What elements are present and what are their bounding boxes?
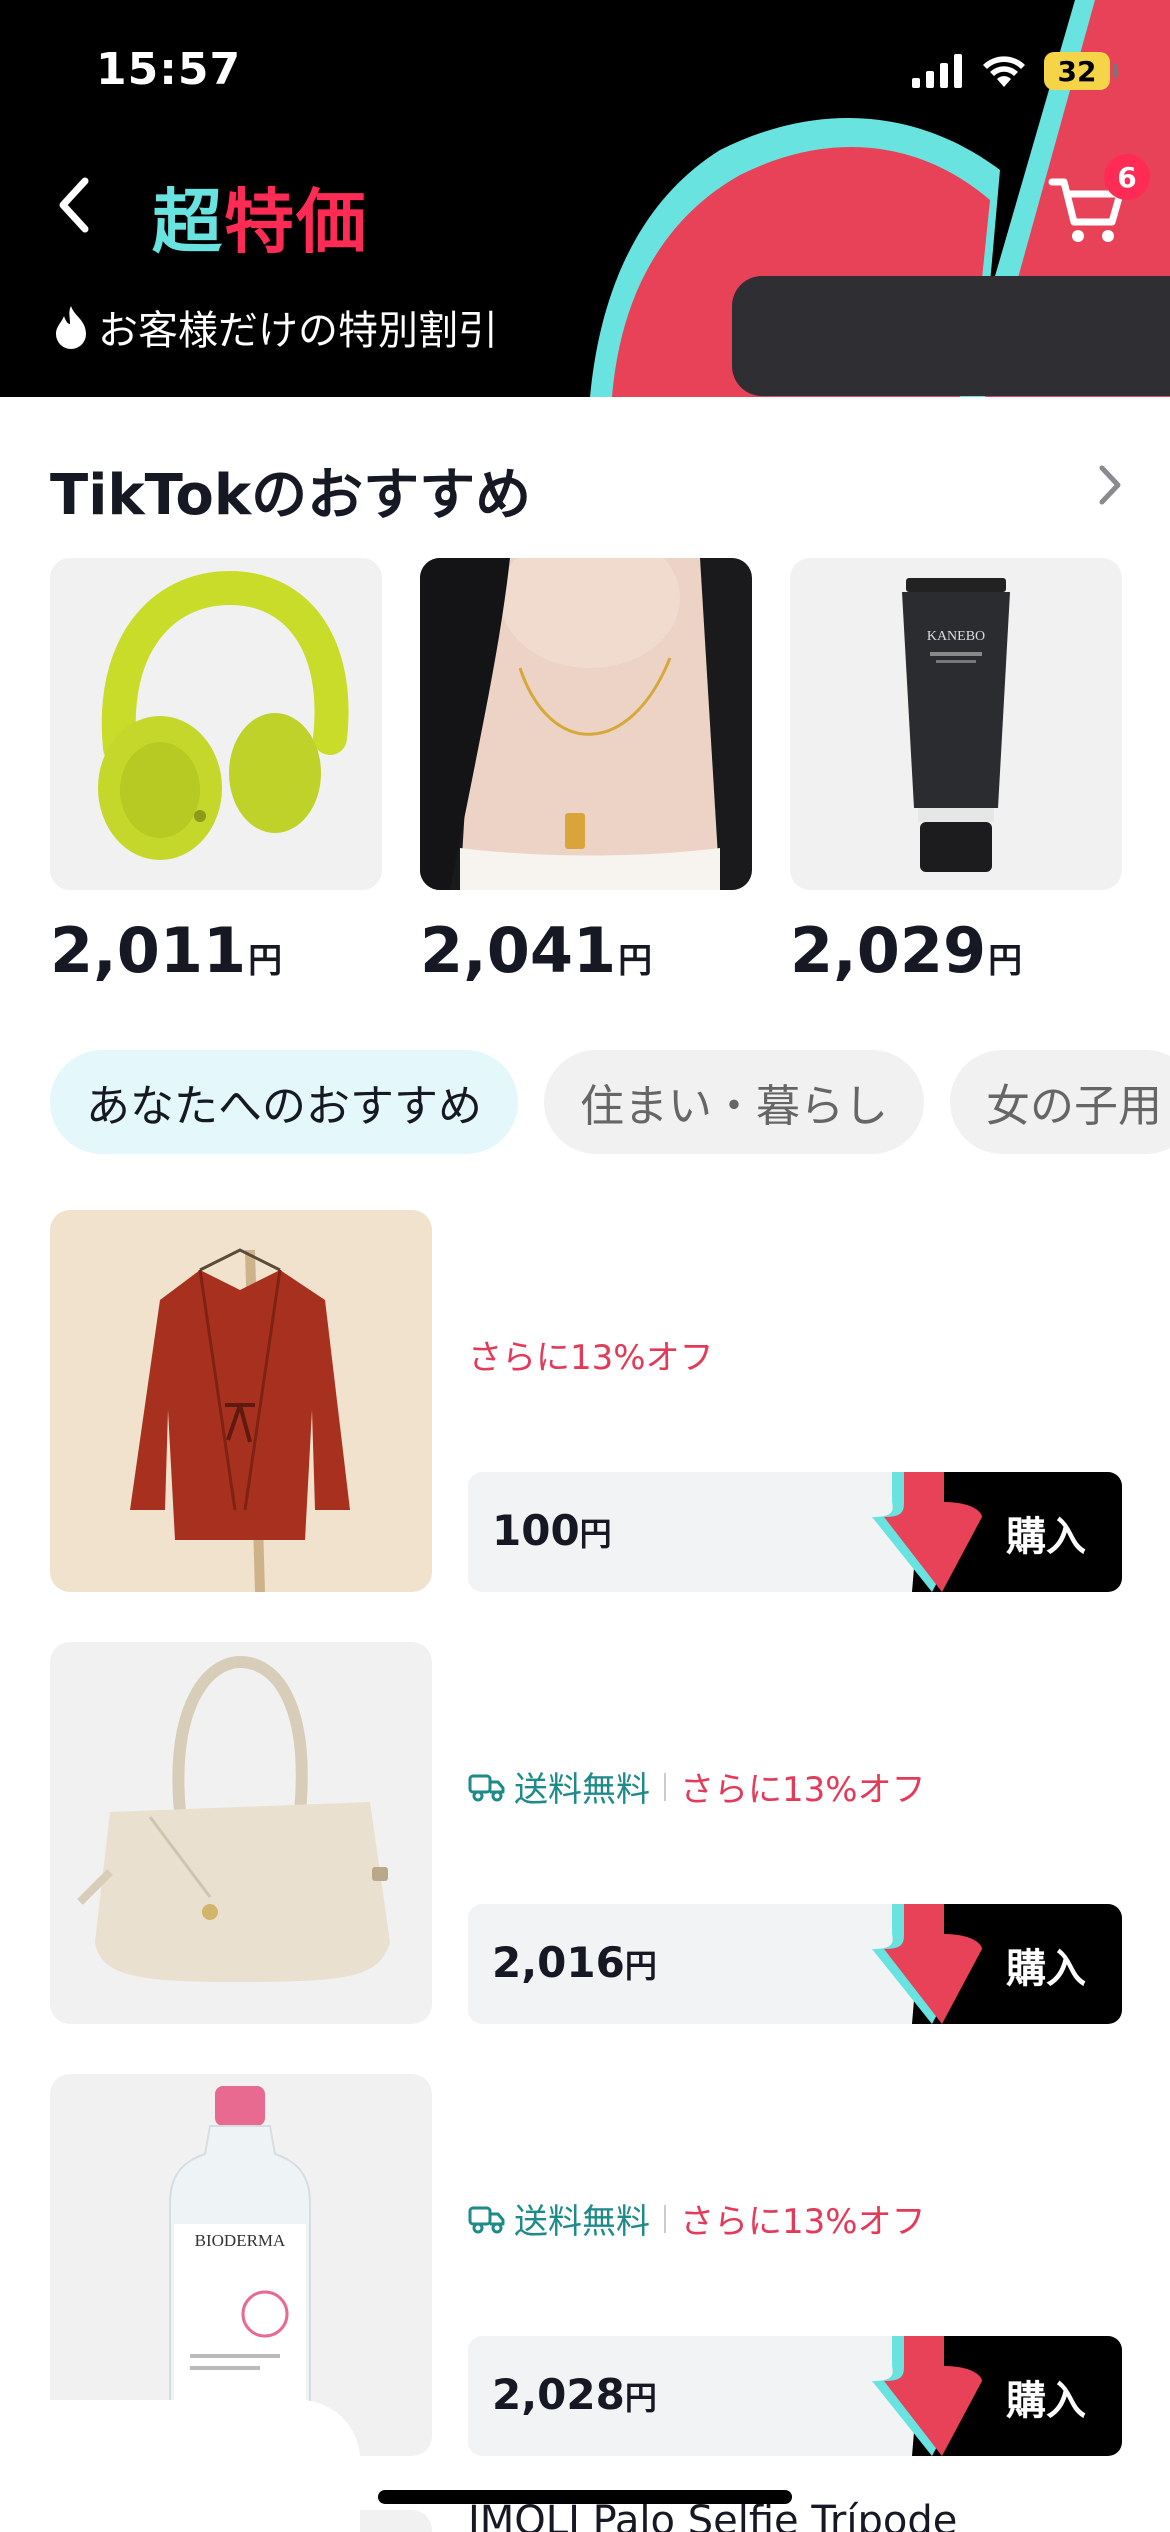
subtitle-text: お客様だけの特別割引 <box>98 308 498 354</box>
free-shipping-tag: 送料無料 <box>468 1762 650 1811</box>
product-price: 100 <box>492 1506 580 1555</box>
free-shipping-label: 送料無料 <box>514 1770 650 1810</box>
buy-label: 購入 <box>1006 2378 1086 2424</box>
product-card[interactable]: BIODERMA 送料無料 さらに13%オフ 2,028円 購入 <box>50 2074 1122 2456</box>
status-icons: 32 <box>912 52 1118 90</box>
necklace-image <box>420 558 752 890</box>
recommended-price: 2,011 <box>50 914 247 987</box>
price-bar: 2,028円 購入 <box>468 2336 1122 2456</box>
tag-divider <box>664 2204 666 2233</box>
recommended-item[interactable]: 2,011円 <box>50 558 382 987</box>
buy-button[interactable]: 購入 <box>872 1472 1122 1592</box>
signal-icon <box>912 54 962 88</box>
product-tags: 送料無料 さらに13%オフ <box>468 1762 926 1811</box>
chevron-left-icon <box>59 177 89 233</box>
product-image <box>50 558 382 890</box>
headphones-image <box>98 570 349 860</box>
buy-label: 購入 <box>1006 1514 1086 1560</box>
title-part-2: 特価 <box>224 181 368 263</box>
price-bar: 100円 購入 <box>468 1472 1122 1592</box>
micellar-bottle-image: BIODERMA <box>50 2074 432 2456</box>
product-image <box>420 558 752 890</box>
free-shipping-tag: 送料無料 <box>468 2194 650 2243</box>
tab-recommended[interactable]: あなたへのおすすめ <box>50 1050 518 1154</box>
free-shipping-label: 送料無料 <box>514 2202 650 2242</box>
tab-home-living[interactable]: 住まい・暮らし <box>544 1050 924 1154</box>
recommended-price: 2,029 <box>790 914 987 987</box>
recommended-item[interactable]: 2,041円 <box>420 558 752 987</box>
page-title: 超特価 <box>152 166 368 267</box>
home-indicator[interactable] <box>378 2490 792 2504</box>
category-tabs: あなたへのおすすめ 住まい・暮らし 女の子用 <box>50 1050 1170 1154</box>
discount-tag: さらに13%オフ <box>680 2202 926 2242</box>
wifi-icon <box>983 56 1025 87</box>
product-image <box>50 1642 432 2024</box>
product-card[interactable]: さらに13%オフ 100円 購入 <box>50 1210 1122 1592</box>
status-time: 15:57 <box>96 44 242 95</box>
overlay-corner <box>0 2400 360 2532</box>
promo-header: 15:57 32 超特価 お客様だけの特別割引 6 <box>0 0 1170 397</box>
truck-icon <box>468 2206 505 2233</box>
subtitle: お客様だけの特別割引 <box>50 298 498 356</box>
section-title: TikTokのおすすめ <box>50 463 532 528</box>
battery-indicator: 32 <box>1044 52 1118 90</box>
product-image: BIODERMA <box>50 2074 432 2456</box>
cream-tube-image: KANEBO <box>902 578 1010 872</box>
currency-unit: 円 <box>248 941 283 981</box>
buy-label: 購入 <box>1006 1946 1086 1992</box>
currency-unit: 円 <box>618 941 653 981</box>
see-more-button[interactable] <box>1090 460 1130 510</box>
truck-icon <box>468 1774 505 1801</box>
product-tags: さらに13%オフ <box>468 1330 714 1379</box>
chevron-right-icon <box>1099 465 1121 505</box>
cardigan-image <box>50 1210 432 1592</box>
currency-unit: 円 <box>579 1515 612 1553</box>
product-price: 2,028 <box>492 2370 625 2419</box>
product-price: 2,016 <box>492 1938 625 1987</box>
buy-button[interactable]: 購入 <box>872 1904 1122 2024</box>
recommended-item[interactable]: KANEBO 2,029円 <box>790 558 1122 987</box>
recommended-price: 2,041 <box>420 914 617 987</box>
product-image <box>50 1210 432 1592</box>
tag-divider <box>664 1772 666 1801</box>
currency-unit: 円 <box>624 1947 657 1985</box>
currency-unit: 円 <box>624 2379 657 2417</box>
brand-label: KANEBO <box>927 629 985 644</box>
product-image: KANEBO <box>790 558 1122 890</box>
handbag-image <box>50 1642 432 2024</box>
redacted-area <box>732 276 1170 396</box>
discount-tag: さらに13%オフ <box>680 1770 926 1810</box>
tab-girls[interactable]: 女の子用 <box>950 1050 1170 1154</box>
back-button[interactable] <box>44 170 104 240</box>
brand-label: BIODERMA <box>195 2231 286 2250</box>
discount-tag: さらに13%オフ <box>468 1338 714 1378</box>
product-card[interactable]: 送料無料 さらに13%オフ 2,016円 購入 <box>50 1642 1122 2024</box>
buy-button[interactable]: 購入 <box>872 2336 1122 2456</box>
currency-unit: 円 <box>988 941 1023 981</box>
product-tags: 送料無料 さらに13%オフ <box>468 2194 926 2243</box>
flame-icon <box>56 306 86 349</box>
price-bar: 2,016円 購入 <box>468 1904 1122 2024</box>
cart-count-badge: 6 <box>1104 154 1150 200</box>
title-part-1: 超 <box>152 181 224 263</box>
